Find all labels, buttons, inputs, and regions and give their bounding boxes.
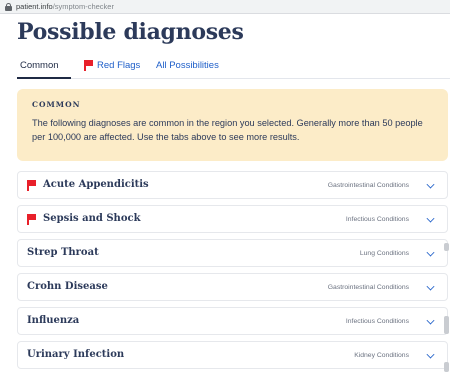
diagnosis-name: Crohn Disease — [27, 281, 108, 292]
tab-common-label: Common — [20, 60, 59, 71]
common-info-box: COMMON The following diagnoses are commo… — [17, 89, 448, 161]
chevron-down-icon[interactable] — [426, 350, 435, 359]
diagnosis-row-influenza[interactable]: Influenza Infectious Conditions — [17, 307, 448, 335]
diagnosis-category: Kidney Conditions — [354, 352, 409, 359]
diagnosis-name: Strep Throat — [27, 247, 99, 258]
chevron-down-icon[interactable] — [426, 180, 435, 189]
url-text[interactable]: patient.info/symptom-checker — [16, 2, 114, 11]
url-domain: patient.info — [16, 2, 53, 11]
diagnosis-row-crohn-disease[interactable]: Crohn Disease Gastrointestinal Condition… — [17, 273, 448, 301]
chevron-down-icon[interactable] — [426, 248, 435, 257]
diagnosis-name: Urinary Infection — [27, 349, 125, 360]
active-tab-underline — [17, 77, 71, 79]
diagnosis-row-strep-throat[interactable]: Strep Throat Lung Conditions — [17, 239, 448, 267]
tab-all-possibilities-label: All Possibilities — [156, 60, 219, 71]
tab-all-possibilities[interactable]: All Possibilities — [156, 60, 219, 71]
diagnosis-row-urinary-infection[interactable]: Urinary Infection Kidney Conditions — [17, 341, 448, 369]
diagnosis-category: Infectious Conditions — [345, 318, 409, 325]
diagnosis-row-sepsis-and-shock[interactable]: Sepsis and Shock Infectious Conditions — [17, 205, 448, 233]
diagnosis-tabs: Common Red Flags All Possibilities — [17, 57, 450, 79]
chevron-down-icon[interactable] — [426, 214, 435, 223]
red-flag-icon — [27, 180, 36, 191]
diagnosis-name: Influenza — [27, 315, 80, 326]
diagnosis-name: Sepsis and Shock — [43, 213, 141, 224]
red-flag-icon — [27, 214, 36, 225]
diagnosis-row-acute-appendicitis[interactable]: Acute Appendicitis Gastrointestinal Cond… — [17, 171, 448, 199]
info-heading: COMMON — [32, 100, 81, 109]
chevron-down-icon[interactable] — [426, 282, 435, 291]
diagnosis-name: Acute Appendicitis — [43, 179, 149, 190]
lock-icon — [5, 2, 12, 11]
url-path: /symptom-checker — [52, 2, 114, 11]
diagnosis-category: Gastrointestinal Conditions — [327, 182, 409, 189]
scrollbar-track-segment[interactable] — [444, 316, 449, 334]
diagnosis-category: Gastrointestinal Conditions — [327, 284, 409, 291]
scrollbar-thumb[interactable] — [444, 243, 449, 251]
diagnosis-category: Lung Conditions — [359, 250, 409, 257]
chevron-down-icon[interactable] — [426, 316, 435, 325]
red-flag-icon — [84, 60, 93, 71]
tab-common[interactable]: Common — [20, 60, 59, 71]
info-text: The following diagnoses are common in th… — [32, 118, 423, 142]
tab-red-flags[interactable]: Red Flags — [84, 60, 140, 71]
diagnosis-category: Infectious Conditions — [345, 216, 409, 223]
page-title: Possible diagnoses — [17, 19, 244, 45]
scrollbar-track-bottom[interactable] — [444, 362, 449, 372]
tab-red-flags-label: Red Flags — [97, 60, 141, 71]
address-bar[interactable]: patient.info/symptom-checker — [0, 0, 450, 14]
